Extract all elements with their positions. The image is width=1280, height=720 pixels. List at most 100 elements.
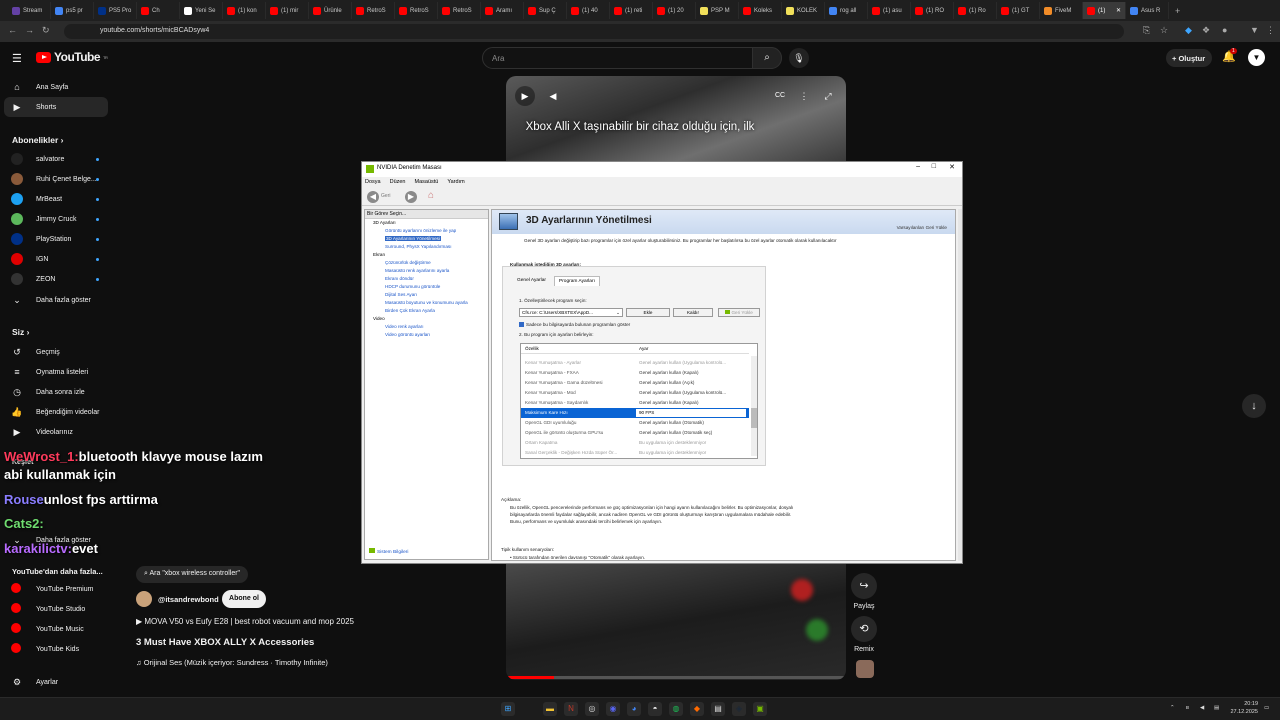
feature-row[interactable]: Maksimum Kare Hızı 90 FPS (521, 408, 749, 418)
related-video-link[interactable]: ▶ MOVA V50 vs Eufy E28 | best robot vacu… (136, 617, 354, 626)
spotify-icon[interactable]: ◍ (669, 702, 683, 716)
tree-task-link[interactable]: Çözünürlük değiştirme (385, 260, 431, 265)
browser-tab[interactable]: (1) Ro (954, 2, 997, 19)
feature-row[interactable]: OpenGL ile görüntü oluşturma GPU'su Genel… (521, 428, 749, 438)
close-icon[interactable]: ✕ (949, 163, 955, 171)
sidebar-item-you[interactable]: ↺ Geçmiş (0, 342, 120, 362)
window-scrollbar[interactable] (958, 209, 962, 561)
steam-icon[interactable]: ◈ (732, 702, 746, 716)
tab-program-settings[interactable]: Program Ayarları (554, 276, 600, 286)
audio-track-link[interactable]: ♫ Orijinal Ses (Müzik içeriyor: Sundress… (136, 658, 328, 667)
channel-name[interactable]: @itsandrewbond (158, 595, 219, 604)
profile-icon[interactable]: ● (1222, 25, 1227, 35)
captions-button[interactable]: CC (770, 86, 790, 106)
browser-tab[interactable]: ps5 pr (51, 2, 94, 19)
clock-date[interactable]: 27.12.2025 (1228, 709, 1258, 715)
browser-menu-icon[interactable]: ⋮ (1266, 25, 1275, 36)
tree-task-link[interactable]: Masaüstü boyutunu ve konumunu ayarla (385, 300, 468, 305)
browser-tab[interactable]: Stream (8, 2, 51, 19)
browser-tab[interactable]: (1) GT (997, 2, 1040, 19)
only-found-checkbox[interactable]: Sadece bu bilgisayarda bulunan programla… (519, 322, 630, 328)
browser-tab[interactable]: (1) 40 (567, 2, 610, 19)
search-suggestion-chip[interactable]: ⌕ Ara "xbox wireless controller" (136, 566, 249, 583)
forward-button[interactable]: ▶ (405, 191, 417, 203)
browser-tab[interactable]: Yeni Se (180, 2, 223, 19)
nvidia-title-bar[interactable]: NVIDIA Denetim Masası – □ ✕ (362, 162, 962, 177)
sidebar-item-more-subscriptions[interactable]: ⌄ Daha fazla göster (0, 290, 120, 310)
feature-row[interactable]: OpenGL GDI uyumluluğu Genel ayarları kull… (521, 418, 749, 428)
sidebar-item-you[interactable]: ≡ Oynatma listeleri (0, 362, 120, 382)
you-header[interactable]: Siz › (12, 327, 30, 337)
feature-row[interactable]: Ortam Kapatma Bu uygulama için desteklenm… (521, 438, 749, 448)
tree-task-link[interactable]: Masaüstü renk ayarlarını ayarla (385, 268, 449, 273)
browser-tab[interactable]: PS5 Pro (94, 2, 137, 19)
tree-task-link[interactable]: Görüntü ayarlarını önizleme ile yap (385, 228, 456, 233)
tray-volume-icon[interactable]: ◀ (1200, 705, 1204, 711)
sidebar-item-settings[interactable]: ⚙ Ayarlar (0, 672, 120, 692)
minimize-icon[interactable]: – (916, 163, 920, 170)
start-icon[interactable]: ⊞ (501, 702, 515, 716)
news-icon[interactable]: N (564, 702, 578, 716)
create-button[interactable]: + Oluştur (1166, 49, 1212, 67)
tray-bluetooth-icon[interactable]: ʙ (1186, 705, 1189, 711)
sidebar-item-you[interactable]: ▶ Videolarınız (0, 422, 120, 442)
sidebar-item-subscription[interactable]: PlayStation (0, 229, 120, 249)
feature-setting[interactable]: 90 FPS (636, 409, 746, 417)
sidebar-item-subscription[interactable]: ZEON (0, 269, 120, 289)
url-field[interactable]: youtube.com/shorts/micBCADsyw4 (64, 24, 1124, 39)
tray-chevron-icon[interactable]: ⌃ (1170, 705, 1175, 711)
account-avatar[interactable]: ▼ (1248, 49, 1265, 66)
reload-icon[interactable]: ↻ (42, 25, 50, 36)
search-icon[interactable]: ⌕ (522, 702, 536, 716)
subscriptions-header[interactable]: Abonelikler › (12, 135, 64, 145)
system-info-link[interactable]: Sistem Bilgileri (369, 548, 408, 555)
maximize-icon[interactable]: □ (932, 163, 936, 170)
browser-tab[interactable]: Sup Ç (524, 2, 567, 19)
browser-tab[interactable]: (1) reti (610, 2, 653, 19)
browser-tab[interactable]: (1) asu (868, 2, 911, 19)
tree-task-link[interactable]: Ekranı döndür (385, 276, 414, 281)
restore-program-button[interactable]: Geri Yükle (718, 308, 760, 317)
discord-icon[interactable]: ◉ (606, 702, 620, 716)
notification-center-icon[interactable]: ▭ (1264, 705, 1269, 711)
youtube-logo[interactable]: YouTube TR (36, 50, 108, 64)
sidebar-item-subscription[interactable]: IGN (0, 249, 120, 269)
tree-category[interactable]: Video (373, 316, 385, 321)
chrome-icon[interactable]: ◕ (627, 702, 641, 716)
extensions-puzzle-icon[interactable]: ❖ (1202, 25, 1210, 36)
tab-close-icon[interactable]: ✕ (1116, 7, 1121, 14)
browser-tab[interactable]: (1) kon (223, 2, 266, 19)
file-explorer-icon[interactable]: ▬ (543, 702, 557, 716)
feature-row[interactable]: Sanal Gerçeklik - Değişken Hızda Süper Ö… (521, 448, 749, 458)
browser-tab[interactable]: rog all (825, 2, 868, 19)
feature-row[interactable]: Kenar Yumuşatma - Mod Genel ayarları kull… (521, 388, 749, 398)
sidebar-item-subscription[interactable]: MrBeast (0, 189, 120, 209)
remix-button[interactable]: ⟲ Remix (850, 616, 878, 653)
browser-tab[interactable]: Ürünle (309, 2, 352, 19)
search-input[interactable]: Ara (482, 47, 782, 69)
vpn-icon[interactable]: ▼ (1250, 25, 1259, 35)
clock-time[interactable]: 20:19 (1232, 701, 1258, 707)
feature-row[interactable]: Kenar Yumuşatma - Saydamlık Genel ayarlar… (521, 398, 749, 408)
menu-item[interactable]: Düzen (390, 179, 406, 186)
browser-tab[interactable]: Asus R (1126, 2, 1169, 19)
search-button[interactable]: ⌕ (752, 47, 782, 69)
scrollbar-thumb[interactable] (751, 408, 757, 428)
tree-task-link[interactable]: Surround, PhysX Yapılandırması (385, 244, 451, 249)
sidebar-item-subscription[interactable]: Ruhi Çenet Belge... (0, 169, 120, 189)
audio-thumbnail[interactable] (856, 660, 874, 678)
app-icon[interactable]: ◆ (690, 702, 704, 716)
epic-games-icon[interactable]: ▤ (711, 702, 725, 716)
tree-task-link[interactable]: Video görüntü ayarları (385, 332, 430, 337)
menu-item[interactable]: Dosya (365, 179, 381, 186)
chrome-icon[interactable]: ◓ (648, 702, 662, 716)
sidebar-item-you[interactable]: ◷ Daha sonra izle (0, 382, 120, 402)
browser-tab[interactable]: (1) 20 (653, 2, 696, 19)
sidebar-item-youtube-app[interactable]: YouTube Kids (0, 639, 120, 659)
forward-icon[interactable]: → (25, 25, 34, 35)
tree-task-link[interactable]: HDCP durumunu görüntüle (385, 284, 440, 289)
install-icon[interactable]: ⎘ (1143, 25, 1150, 36)
browser-tab[interactable]: (1) ✕ (1083, 2, 1126, 19)
feature-row[interactable]: Kenar Yumuşatma - Gama düzeltmesi Genel a… (521, 378, 749, 388)
tree-category[interactable]: 3D Ayarları (373, 220, 396, 225)
